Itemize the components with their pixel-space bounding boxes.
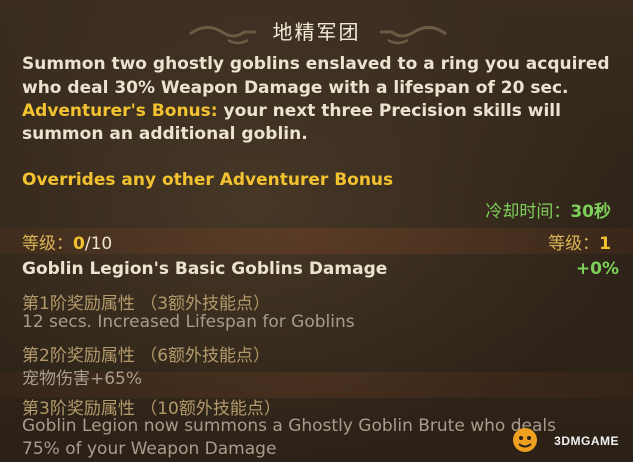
tier-effect: 75% of your Weapon Damage: [22, 439, 277, 459]
stat-value: +0%: [575, 259, 619, 279]
right-ornament-icon: [380, 26, 447, 45]
required-level-value: 1: [599, 234, 611, 254]
bonus-label: Adventurer's Bonus:: [22, 101, 218, 121]
watermark-logo-icon: [513, 428, 537, 452]
description-line: who deal 30% Weapon Damage with a lifesp…: [22, 78, 569, 98]
level-max: /10: [84, 234, 113, 254]
skill-title: 地精军团: [272, 20, 361, 44]
cooldown-label: 冷却时间：: [485, 202, 571, 222]
tier-effect: 12 secs. Increased Lifespan for Goblins: [22, 312, 355, 332]
bonus-text: your next three Precision skills will: [217, 101, 561, 121]
bonus-line: summon an additional goblin.: [22, 124, 308, 144]
level-current: 0: [73, 234, 85, 254]
cooldown-value: 30秒: [570, 202, 611, 222]
cooldown: 冷却时间：30秒: [485, 197, 611, 222]
watermark-text: 3DMGAME: [554, 434, 619, 448]
bonus-line: Adventurer's Bonus: your next three Prec…: [22, 101, 561, 121]
level-label: 等级：: [22, 234, 73, 254]
required-level-label: 等级：: [548, 234, 600, 254]
watermark: 3DMGAME: [507, 422, 625, 456]
tier-label: 第1阶奖励属性 （3额外技能点）: [22, 294, 271, 314]
description-line: Summon two ghostly goblins enslaved to a…: [22, 54, 610, 74]
tooltip-header: 地精军团: [0, 10, 633, 54]
stat-name: Goblin Legion's Basic Goblins Damage: [22, 259, 388, 279]
tier-effect: 宠物伤害+65%: [22, 369, 143, 389]
required-level: 等级：1: [548, 229, 611, 254]
override-note: Overrides any other Adventurer Bonus: [22, 170, 394, 190]
skill-tooltip: 地精军团 Summon two ghostly goblins enslaved…: [0, 0, 633, 462]
tier-label: 第2阶奖励属性 （6额外技能点）: [22, 346, 271, 366]
tier-effect: Goblin Legion now summons a Ghostly Gobl…: [22, 416, 556, 436]
skill-level: 等级：0/10: [22, 229, 112, 254]
